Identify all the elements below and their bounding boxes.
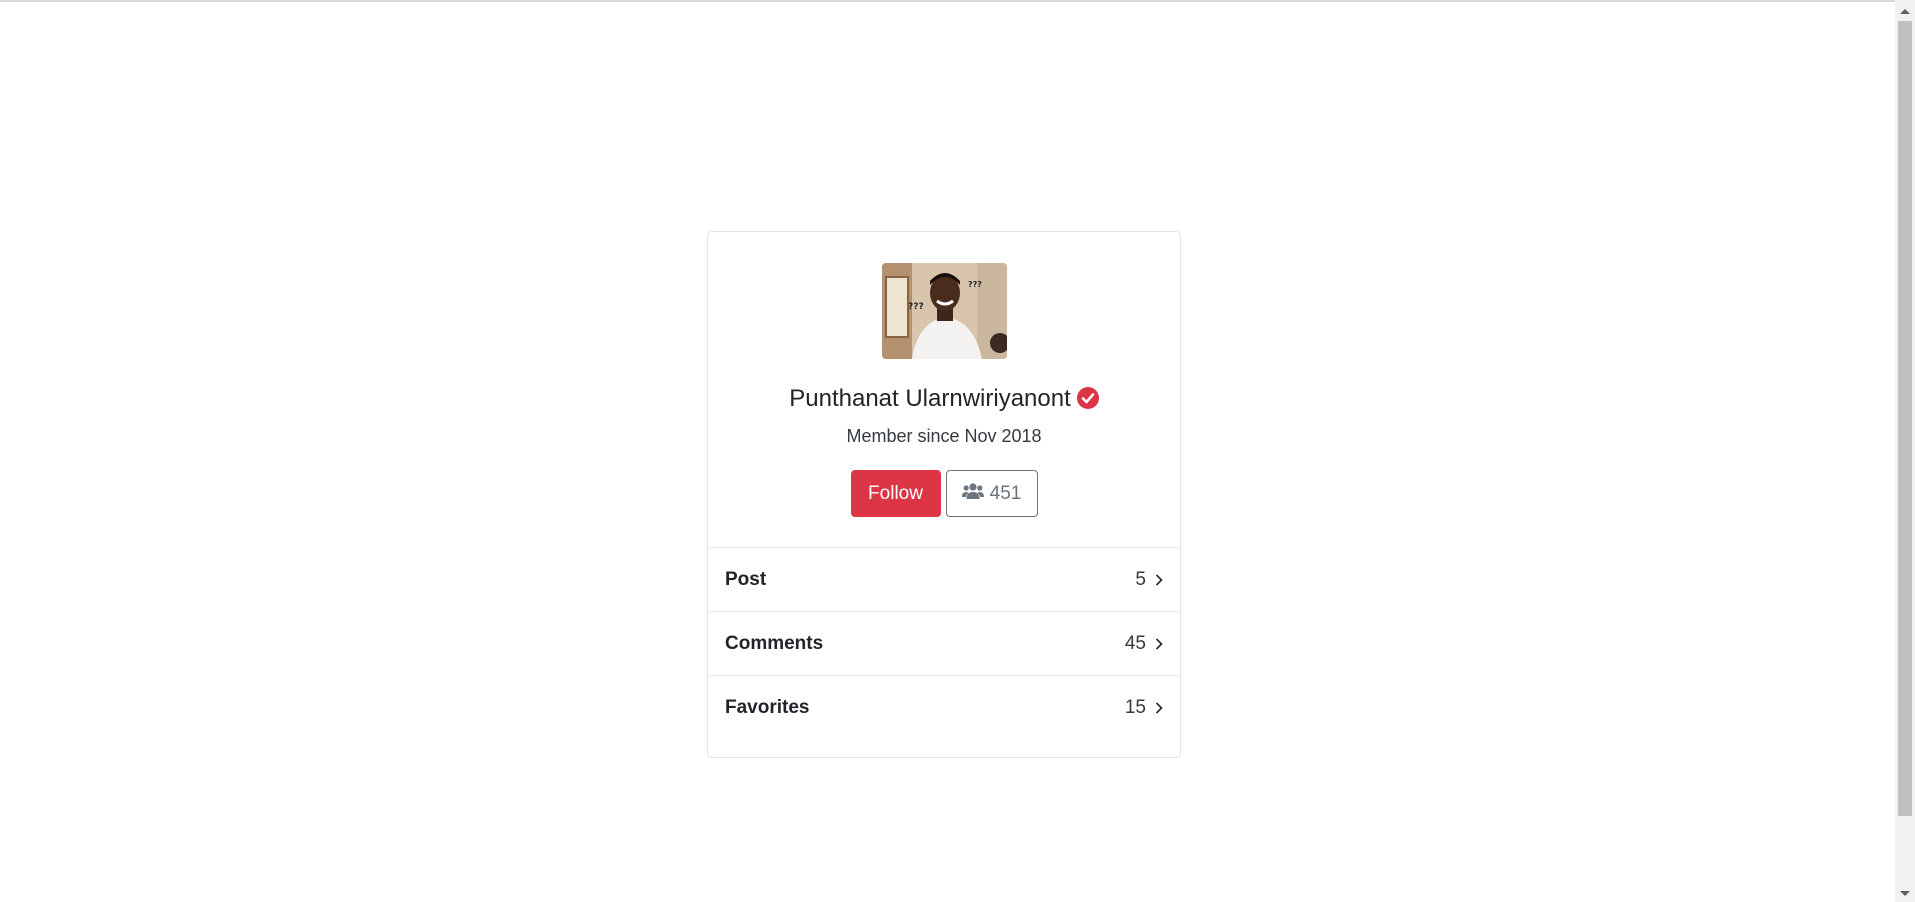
list-item-post[interactable]: Post 5	[708, 548, 1180, 612]
list-item-count: 5	[1135, 568, 1146, 590]
avatar: ??? ???	[882, 263, 1007, 359]
profile-name-row: Punthanat Ularnwiriyanont	[708, 384, 1180, 414]
chevron-right-icon	[1154, 573, 1164, 587]
page-viewport: ??? ??? Punthanat Ularnwiriyanont Member…	[0, 2, 1895, 902]
arrow-up-icon	[1900, 8, 1910, 14]
scroll-down-button[interactable]	[1895, 884, 1915, 902]
list-item-label: Post	[725, 568, 767, 590]
svg-text:???: ???	[908, 302, 924, 312]
users-icon	[961, 482, 984, 506]
member-since: Member since Nov 2018	[846, 426, 1042, 446]
arrow-down-icon	[1900, 890, 1910, 896]
scrollbar-thumb[interactable]	[1898, 21, 1912, 816]
scroll-up-button[interactable]	[1895, 2, 1915, 20]
list-item-count: 15	[1124, 697, 1146, 718]
followers-count: 451	[989, 482, 1022, 504]
chevron-right-icon	[1154, 701, 1164, 715]
profile-header: ??? ??? Punthanat Ularnwiriyanont Member…	[708, 232, 1180, 548]
action-buttons: Follow 451	[708, 470, 1180, 517]
list-item-comments[interactable]: Comments 45	[708, 612, 1180, 676]
vertical-scrollbar[interactable]	[1895, 0, 1915, 902]
list-item-label: Comments	[725, 632, 824, 654]
profile-card: ??? ??? Punthanat Ularnwiriyanont Member…	[707, 231, 1181, 758]
chevron-right-icon	[1154, 637, 1164, 651]
profile-name: Punthanat Ularnwiriyanont	[789, 385, 1071, 412]
svg-text:???: ???	[968, 280, 982, 289]
follow-button[interactable]: Follow	[850, 470, 941, 517]
followers-button[interactable]: 451	[945, 470, 1038, 517]
list-item-label: Favorites	[725, 697, 810, 718]
verified-check-icon	[1076, 387, 1099, 409]
list-item-favorites[interactable]: Favorites 15	[708, 676, 1180, 740]
list-item-count: 45	[1124, 632, 1146, 654]
